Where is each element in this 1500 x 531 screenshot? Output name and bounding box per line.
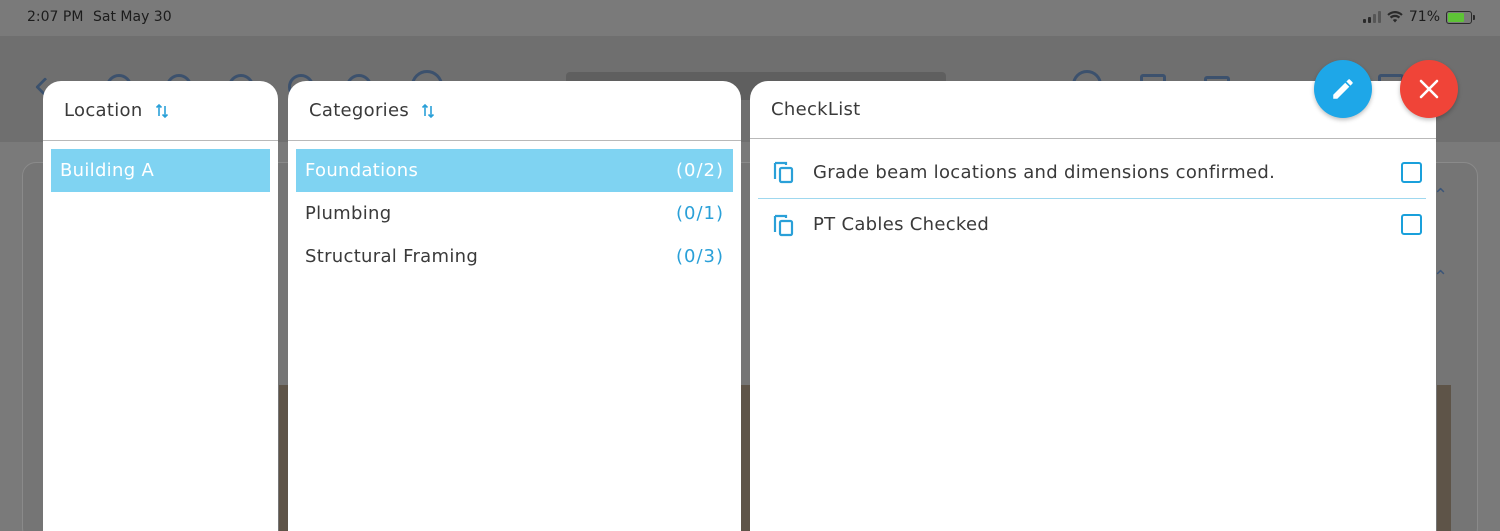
category-count: (0/3) xyxy=(675,246,724,267)
status-indicators: 71% xyxy=(1362,9,1475,25)
category-label: Foundations xyxy=(305,160,419,181)
category-item-foundations[interactable]: Foundations (0/2) xyxy=(296,149,733,192)
location-title: Location xyxy=(64,100,143,121)
status-date: Sat May 30 xyxy=(93,9,172,25)
pencil-icon xyxy=(1333,79,1353,99)
category-count: (0/1) xyxy=(675,203,724,224)
copy-icon[interactable] xyxy=(771,159,797,185)
category-label: Plumbing xyxy=(305,203,392,224)
category-item-structural-framing[interactable]: Structural Framing (0/3) xyxy=(296,235,733,278)
location-list: Building A xyxy=(43,141,278,192)
location-panel: Location Building A xyxy=(43,81,278,531)
checklist-item[interactable]: PT Cables Checked xyxy=(758,198,1426,250)
checklist-list: Grade beam locations and dimensions conf… xyxy=(750,139,1436,250)
categories-list: Foundations (0/2) Plumbing (0/1) Structu… xyxy=(288,141,741,278)
location-item-label: Building A xyxy=(60,160,155,181)
battery-icon xyxy=(1446,10,1475,24)
wifi-icon xyxy=(1387,11,1403,23)
battery-level xyxy=(1448,12,1464,22)
checklist-item-label: Grade beam locations and dimensions conf… xyxy=(813,161,1276,183)
edit-button[interactable] xyxy=(1314,60,1372,118)
location-item-building-a[interactable]: Building A xyxy=(51,149,270,192)
checklist-checkbox[interactable] xyxy=(1401,214,1422,235)
category-count: (0/2) xyxy=(675,160,724,181)
battery-percent: 71% xyxy=(1408,9,1440,25)
status-bar: 2:07 PM Sat May 30 71% xyxy=(0,0,1500,36)
sort-icon[interactable] xyxy=(421,103,435,119)
copy-icon[interactable] xyxy=(771,212,797,238)
checklist-item-label: PT Cables Checked xyxy=(813,214,990,235)
checklist-item[interactable]: Grade beam locations and dimensions conf… xyxy=(758,146,1426,198)
sort-icon[interactable] xyxy=(155,103,169,119)
checklist-checkbox[interactable] xyxy=(1401,161,1422,183)
close-button[interactable] xyxy=(1400,60,1458,118)
checklist-panel: CheckList Grade beam locations and dimen… xyxy=(750,81,1436,531)
status-time: 2:07 PM xyxy=(27,9,84,25)
category-item-plumbing[interactable]: Plumbing (0/1) xyxy=(296,192,733,235)
category-label: Structural Framing xyxy=(305,246,479,267)
background-photo xyxy=(1437,385,1451,531)
cellular-signal-icon xyxy=(1362,11,1381,23)
checklist-title: CheckList xyxy=(771,99,861,120)
close-icon xyxy=(1419,79,1439,99)
categories-panel: Categories Foundations (0/2) Plumbing (0… xyxy=(288,81,741,531)
categories-header[interactable]: Categories xyxy=(288,81,741,141)
location-header[interactable]: Location xyxy=(43,81,278,141)
categories-title: Categories xyxy=(309,100,410,121)
